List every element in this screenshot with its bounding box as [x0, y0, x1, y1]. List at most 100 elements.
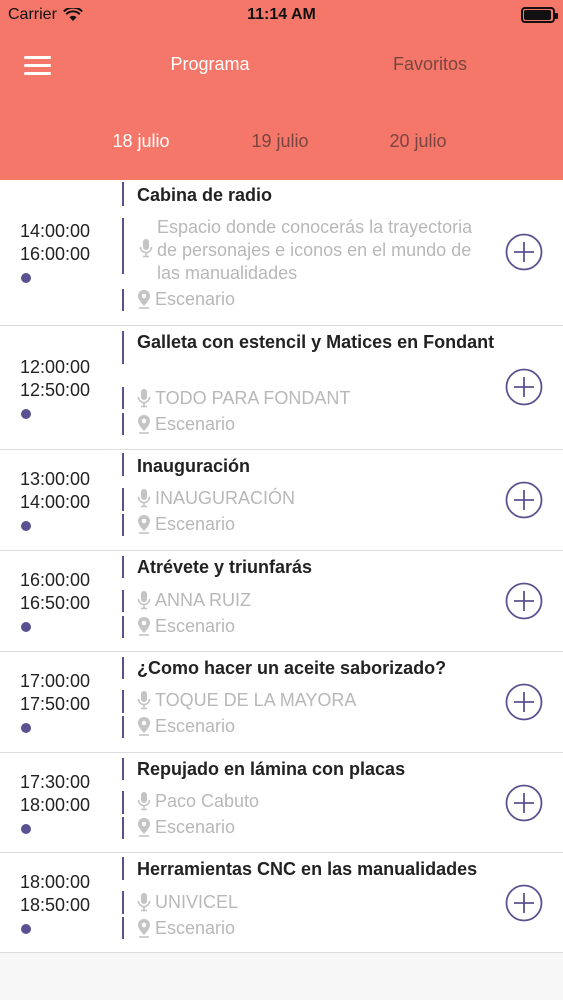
event-speaker-label: TOQUE DE LA MAYORA [155, 690, 357, 710]
microphone-icon [137, 893, 151, 912]
event-description: Espacio donde conocerás la trayectoria d… [157, 217, 473, 283]
event-location-label: Escenario [155, 514, 236, 534]
app-header: Carrier 11:14 AM Programa Favoritos 18 j… [0, 0, 563, 180]
event-location-label: Escenario [155, 716, 236, 736]
event-end-time: 12:50:00 [20, 380, 91, 400]
add-favorite-button[interactable] [505, 884, 543, 922]
event-speaker-label: TODO PARA FONDANT [155, 388, 351, 408]
event-start-time: 12:00:00 [20, 357, 91, 377]
timeline-divider [122, 413, 124, 435]
event-times: 17:00:00 17:50:00 [20, 670, 90, 716]
event-row[interactable]: 18:00:00 18:50:00 Herramientas CNC en la… [0, 853, 563, 953]
event-location: Escenario [137, 413, 235, 435]
battery-icon [521, 7, 558, 23]
add-favorite-button[interactable] [505, 368, 543, 406]
microphone-icon [137, 389, 151, 408]
event-row[interactable]: 17:30:00 18:00:00 Repujado en lámina con… [0, 753, 563, 853]
event-start-time: 18:00:00 [20, 872, 91, 892]
event-dot [21, 273, 31, 283]
event-end-time: 17:50:00 [20, 694, 91, 714]
event-times: 17:30:00 18:00:00 [20, 771, 90, 817]
event-location-label: Escenario [155, 289, 236, 309]
timeline-divider [122, 791, 124, 814]
add-favorite-button[interactable] [505, 233, 543, 271]
microphone-icon [137, 792, 151, 811]
event-title: ¿Como hacer un aceite saborizado? [137, 658, 447, 678]
event-dot [21, 824, 31, 834]
status-bar: Carrier 11:14 AM [0, 0, 563, 30]
tab-favoritos[interactable]: Favoritos [380, 54, 480, 75]
event-location: Escenario [137, 917, 235, 939]
event-start-time: 16:00:00 [20, 570, 91, 590]
timeline-divider [122, 387, 124, 409]
date-tab-18-julio[interactable]: 18 julio [91, 131, 191, 152]
event-times: 18:00:00 18:50:00 [20, 871, 90, 917]
add-favorite-button[interactable] [505, 481, 543, 519]
event-start-time: 13:00:00 [20, 469, 91, 489]
location-pin-icon [138, 919, 150, 938]
event-end-time: 18:00:00 [20, 795, 91, 815]
location-pin-icon [138, 290, 150, 309]
add-favorite-button[interactable] [505, 784, 543, 822]
event-title: Cabina de radio [137, 185, 273, 205]
event-speaker-label: UNIVICEL [155, 892, 239, 912]
location-pin-icon [138, 818, 150, 837]
event-row[interactable]: 17:00:00 17:50:00 ¿Como hacer un aceite … [0, 652, 563, 753]
event-times: 14:00:00 16:00:00 [20, 220, 90, 266]
event-dot [21, 521, 31, 531]
battery-level [524, 10, 551, 20]
location-pin-icon [138, 415, 150, 434]
timeline-divider [122, 453, 124, 476]
event-title: Inauguración [137, 456, 251, 476]
event-end-time: 16:00:00 [20, 244, 91, 264]
event-speaker: UNIVICEL [137, 891, 238, 913]
event-row[interactable]: 13:00:00 14:00:00 Inauguración INAUGURACI… [0, 450, 563, 551]
microphone-icon [137, 591, 151, 610]
location-pin-icon [138, 515, 150, 534]
event-location-label: Escenario [155, 817, 236, 837]
event-dot [21, 409, 31, 419]
event-speaker-label: ANNA RUIZ [155, 590, 252, 610]
event-end-time: 16:50:00 [20, 593, 91, 613]
event-location-label: Escenario [155, 918, 236, 938]
timeline-divider [122, 817, 124, 839]
event-speaker: INAUGURACIÓN [137, 487, 295, 509]
event-title: Galleta con estencil y Matices en Fondan… [137, 332, 495, 352]
timeline-divider [122, 590, 124, 612]
microphone-icon [137, 489, 151, 508]
timeline-divider [122, 917, 124, 939]
description-mic [139, 238, 153, 258]
event-end-time: 14:00:00 [20, 492, 91, 512]
timeline-divider [122, 616, 124, 638]
event-location: Escenario [137, 816, 235, 838]
event-row[interactable]: 16:00:00 16:50:00 Atrévete y triunfarás A… [0, 551, 563, 652]
timeline-divider [122, 218, 124, 274]
add-favorite-button[interactable] [505, 683, 543, 721]
date-tab-20-julio[interactable]: 20 julio [368, 131, 468, 152]
event-dot [21, 924, 31, 934]
tab-programa[interactable]: Programa [160, 54, 260, 75]
timeline-divider [122, 514, 124, 536]
timeline-divider [122, 488, 124, 511]
event-times: 12:00:00 12:50:00 [20, 356, 90, 402]
timeline-divider [122, 690, 124, 713]
event-start-time: 17:30:00 [20, 772, 91, 792]
add-favorite-button[interactable] [505, 582, 543, 620]
event-row[interactable]: 12:00:00 12:50:00 Galleta con estencil y… [0, 326, 563, 450]
event-title: Repujado en lámina con placas [137, 759, 406, 779]
event-title: Herramientas CNC en las manualidades [137, 859, 478, 879]
event-location-label: Escenario [155, 616, 236, 636]
hamburger-menu-icon[interactable] [24, 55, 52, 77]
event-times: 13:00:00 14:00:00 [20, 468, 90, 514]
date-tab-19-julio[interactable]: 19 julio [230, 131, 330, 152]
event-speaker-label: INAUGURACIÓN [155, 488, 296, 508]
timeline-divider [122, 657, 124, 679]
timeline-divider [122, 556, 124, 578]
event-speaker: ANNA RUIZ [137, 589, 251, 611]
event-start-time: 17:00:00 [20, 671, 91, 691]
event-row[interactable]: 14:00:00 16:00:00 Cabina de radio Espacio… [0, 180, 563, 326]
timeline-divider [122, 716, 124, 738]
timeline-divider [122, 857, 124, 880]
event-times: 16:00:00 16:50:00 [20, 569, 90, 615]
event-dot [21, 622, 31, 632]
